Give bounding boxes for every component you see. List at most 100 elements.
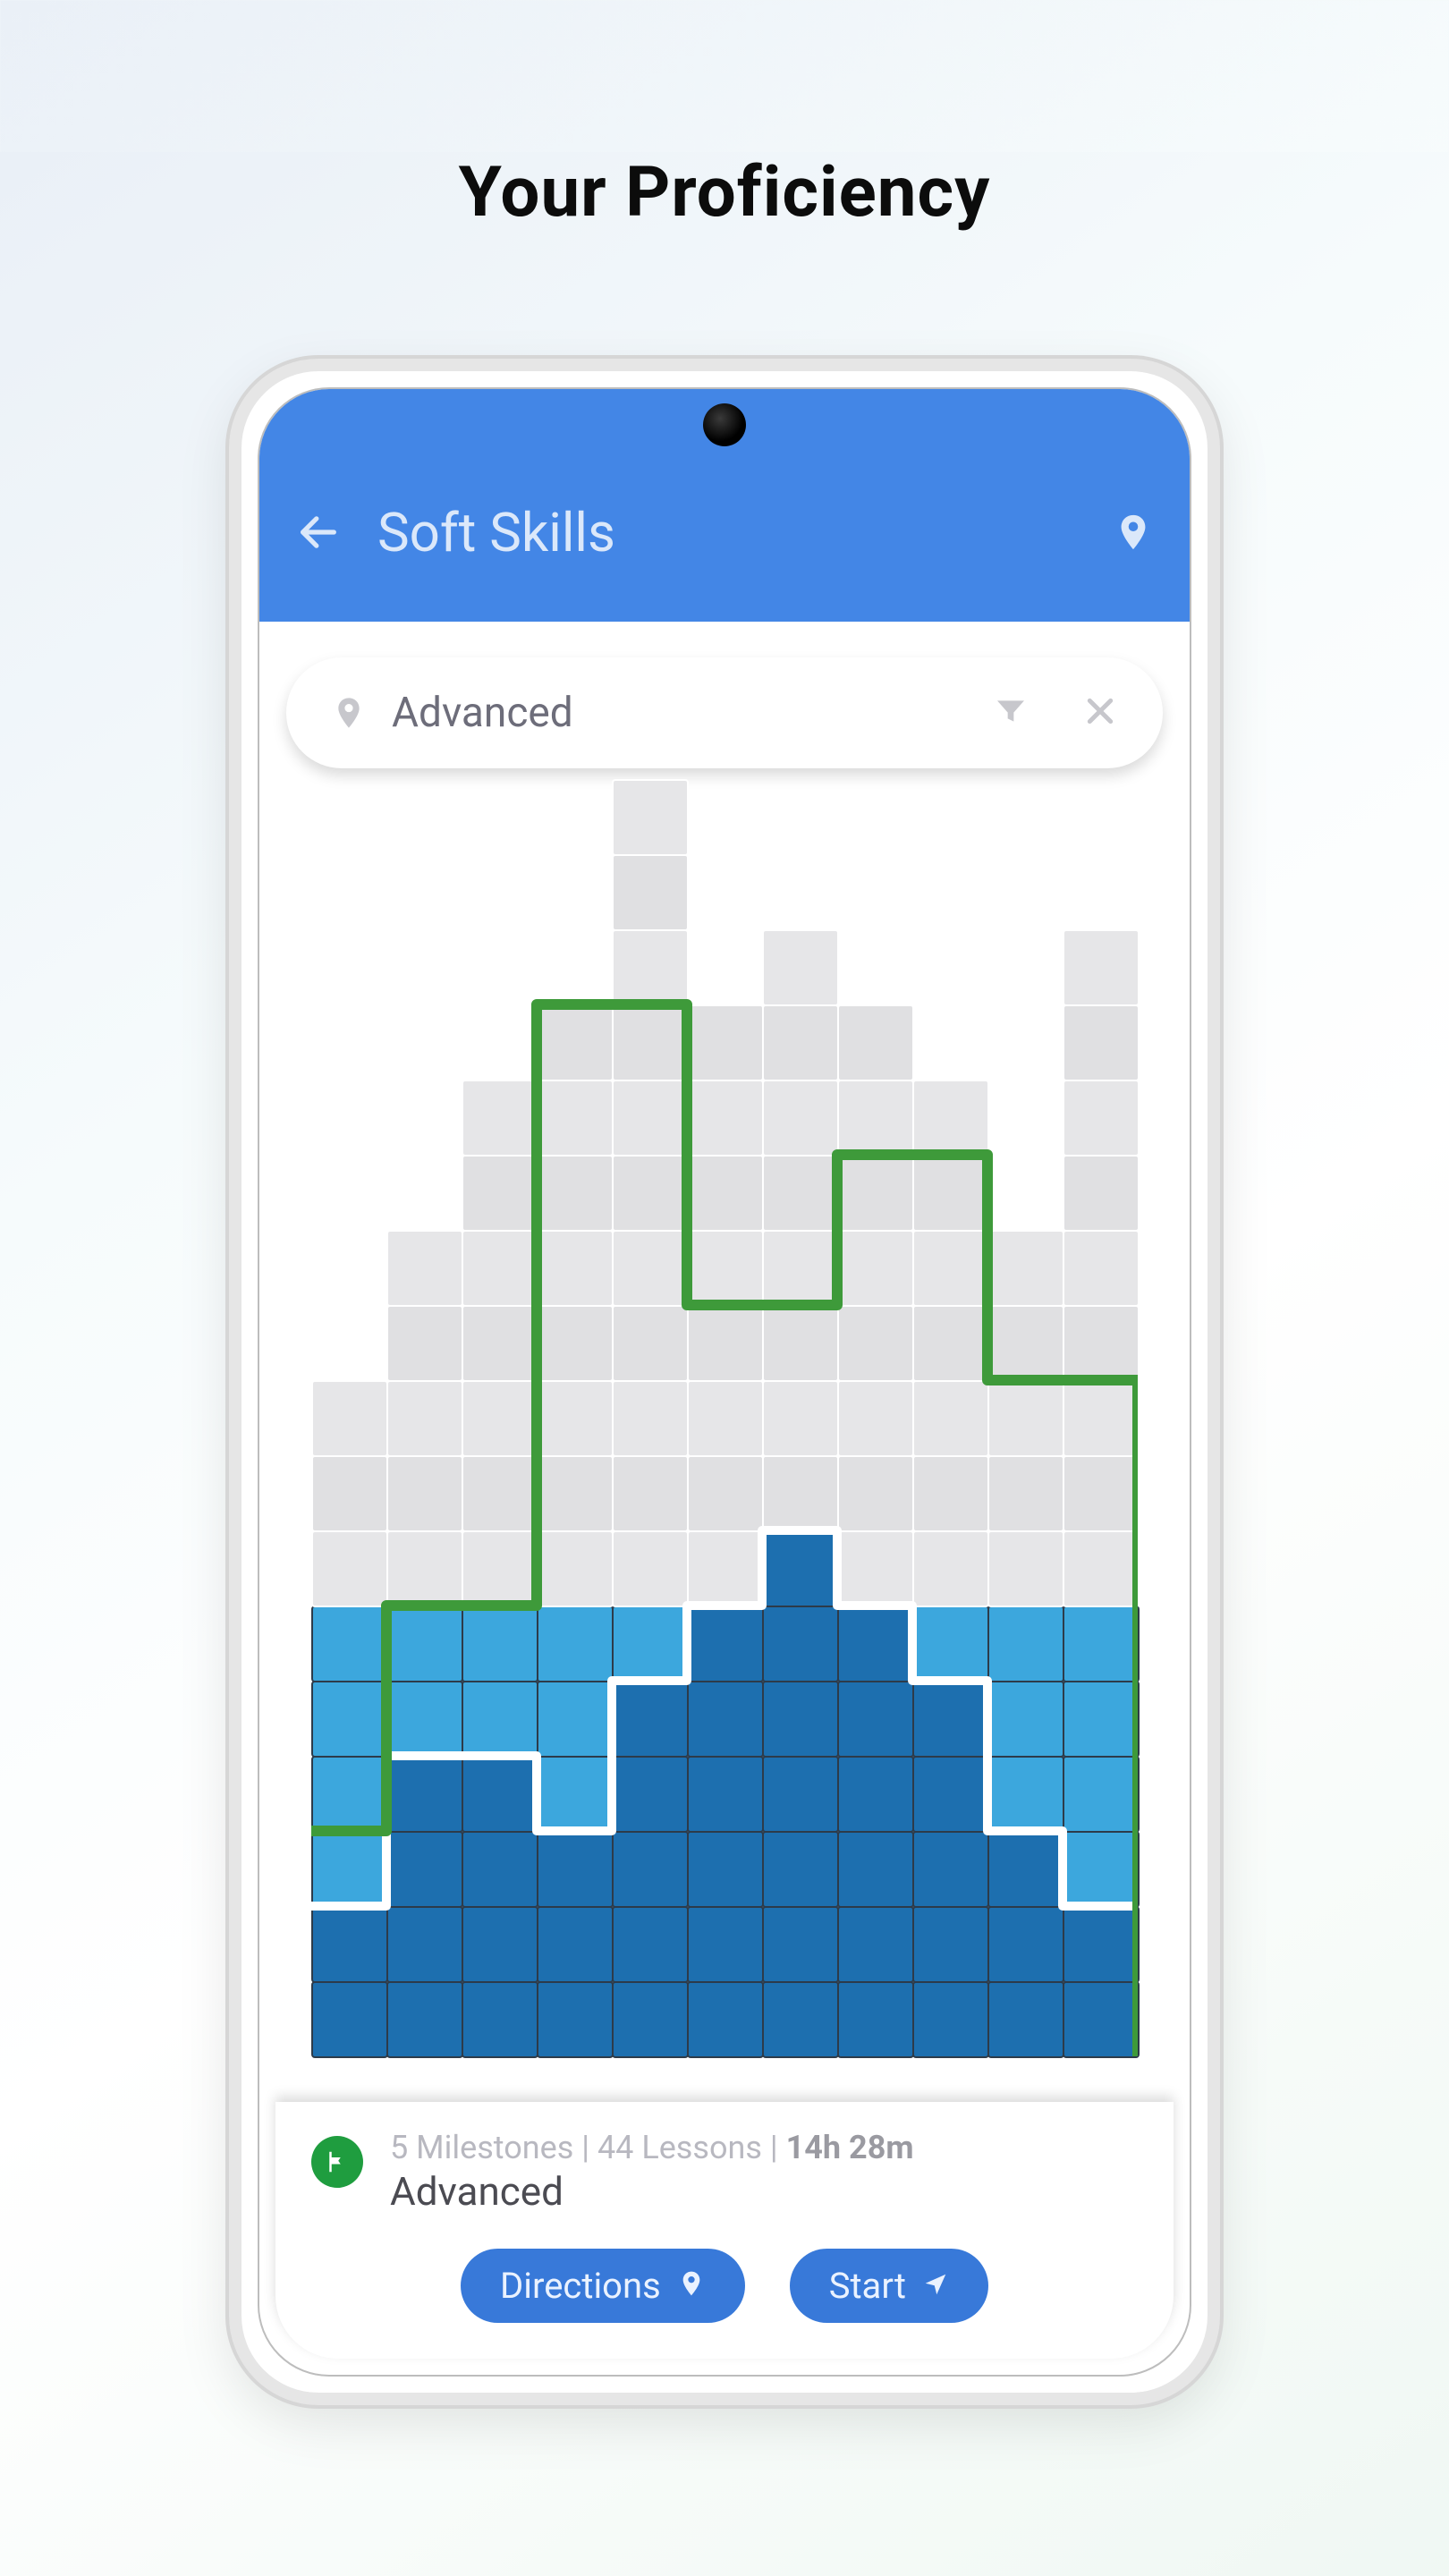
chart-cell	[987, 1981, 1064, 2058]
start-button[interactable]: Start	[790, 2249, 988, 2323]
chart-cell	[537, 1756, 614, 1833]
chart-cell	[386, 1831, 463, 1908]
chart-cell	[687, 1004, 764, 1081]
chart-cell	[537, 1906, 614, 1983]
chart-cell	[687, 1530, 764, 1607]
chart-cell	[1063, 1606, 1140, 1682]
start-button-label: Start	[829, 2265, 906, 2307]
chart-cell	[612, 1831, 689, 1908]
chart-cell	[386, 1230, 463, 1307]
chart-cell	[987, 1230, 1064, 1307]
chart-cell	[1063, 1080, 1140, 1157]
phone-frame: Soft Skills Advanced	[229, 359, 1220, 2405]
chart-cell	[762, 1756, 839, 1833]
chart-cell	[612, 1155, 689, 1232]
location-pin-icon[interactable]	[1113, 512, 1154, 553]
chart-cell	[837, 1681, 914, 1758]
chart-cell	[687, 1080, 764, 1157]
chart-cell	[1063, 1981, 1140, 2058]
filter-icon[interactable]	[993, 693, 1029, 733]
chart-cell	[912, 1606, 989, 1682]
chart-cell	[311, 1530, 388, 1607]
chart-cell	[462, 1831, 538, 1908]
chart-cell	[762, 1455, 839, 1532]
chart-cell	[1063, 1906, 1140, 1983]
close-icon[interactable]	[1082, 693, 1118, 733]
chart-cell	[1063, 1756, 1140, 1833]
chart-cell	[762, 1080, 839, 1157]
chart-cell	[762, 1681, 839, 1758]
chart-cell	[912, 1230, 989, 1307]
chart-cell	[837, 1455, 914, 1532]
chart-cell	[762, 1155, 839, 1232]
chart-cell	[386, 1380, 463, 1457]
side-button	[234, 944, 242, 1033]
chart-cell	[462, 1906, 538, 1983]
chart-cell	[687, 1230, 764, 1307]
chart-cell	[386, 1981, 463, 2058]
chart-cell	[837, 1004, 914, 1081]
duration-label: 14h 28m	[786, 2129, 914, 2166]
chart-cell	[537, 1981, 614, 2058]
chart-cell	[311, 1681, 388, 1758]
chart-cell	[912, 1756, 989, 1833]
chart-cell	[837, 1756, 914, 1833]
chart-cell	[987, 1831, 1064, 1908]
chart-cell	[837, 1380, 914, 1457]
chart-cell	[687, 1455, 764, 1532]
chart-cell	[386, 1756, 463, 1833]
location-pin-icon	[331, 695, 367, 731]
directions-button[interactable]: Directions	[461, 2249, 745, 2323]
chart-cell	[837, 1981, 914, 2058]
flag-icon	[311, 2136, 363, 2188]
navigate-icon	[922, 2265, 949, 2307]
chart-cell	[311, 1380, 388, 1457]
chart-cell	[687, 1606, 764, 1682]
chart-cell	[762, 1981, 839, 2058]
chart-cell	[912, 1530, 989, 1607]
chart-cell	[1063, 1455, 1140, 1532]
chart-cell	[612, 854, 689, 931]
chart-cell	[987, 1606, 1064, 1682]
chart-cell	[762, 1305, 839, 1382]
chart-cell	[1063, 1380, 1140, 1457]
summary-level: Advanced	[390, 2168, 914, 2215]
chart-cell	[837, 1606, 914, 1682]
chart-cell	[837, 1831, 914, 1908]
chart-cell	[537, 1831, 614, 1908]
summary-meta: 5 Milestones | 44 Lessons | 14h 28m	[390, 2129, 914, 2166]
chart-cell	[537, 1455, 614, 1532]
chart-cell	[612, 779, 689, 856]
chart-cell	[537, 1155, 614, 1232]
directions-button-label: Directions	[500, 2265, 661, 2307]
chart-cell	[386, 1530, 463, 1607]
chart-cell	[386, 1305, 463, 1382]
chart-cell	[537, 1681, 614, 1758]
chart-cell	[311, 1981, 388, 2058]
chart-cell	[762, 1831, 839, 1908]
chart-cell	[311, 1756, 388, 1833]
back-arrow-icon[interactable]	[295, 509, 342, 555]
chart-cell	[537, 1230, 614, 1307]
chart-cell	[462, 1530, 538, 1607]
chart-cell	[311, 1831, 388, 1908]
level-selector[interactable]: Advanced	[286, 657, 1163, 768]
chart-cell	[762, 1004, 839, 1081]
chart-cell	[762, 929, 839, 1006]
chart-cell	[762, 1230, 839, 1307]
chart-cell	[612, 1305, 689, 1382]
chart-cell	[987, 1455, 1064, 1532]
chart-cell	[687, 1305, 764, 1382]
chart-cell	[837, 1305, 914, 1382]
milestones-label: 5 Milestones	[390, 2129, 573, 2166]
chart-cell	[537, 1004, 614, 1081]
chart-cell	[386, 1906, 463, 1983]
chart-cell	[912, 1305, 989, 1382]
chart-cell	[1063, 929, 1140, 1006]
summary-card: 5 Milestones | 44 Lessons | 14h 28m Adva…	[275, 2102, 1174, 2359]
chart-cell	[912, 1906, 989, 1983]
chart-cell	[537, 1080, 614, 1157]
chart-cell	[1063, 1530, 1140, 1607]
chart-cell	[537, 1606, 614, 1682]
chart-cell	[912, 1080, 989, 1157]
